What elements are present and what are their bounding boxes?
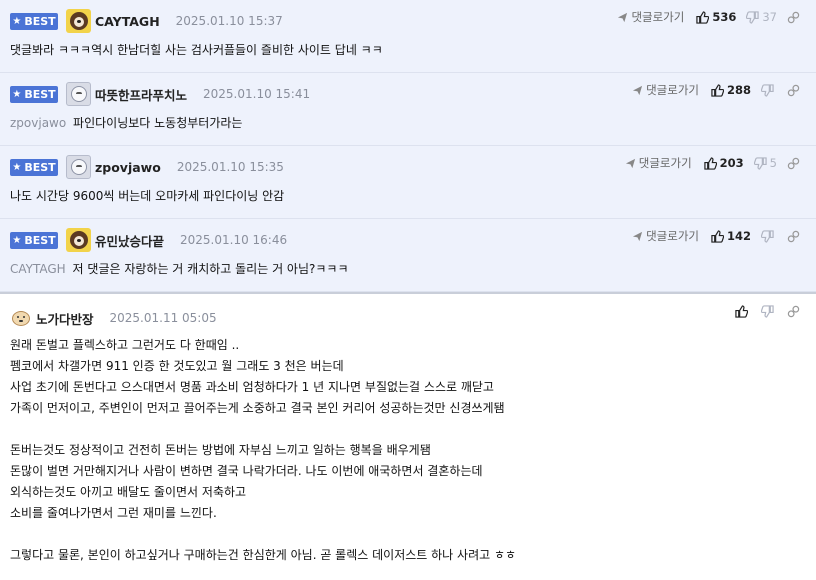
- thumbs-down-icon: [761, 304, 774, 318]
- comment-actions: 댓글로가기 142: [632, 228, 800, 244]
- star-icon: ★: [12, 161, 22, 173]
- link-icon: [787, 230, 800, 242]
- comment-header: ★ BEST CAYTAGH 2025.01.10 15:37: [10, 9, 283, 33]
- comment-date: 2025.01.10 16:46: [180, 233, 288, 247]
- comment-actions: [735, 303, 800, 319]
- comment-actions: 댓글로가기 203 5: [625, 155, 800, 171]
- comment-date: 2025.01.10 15:35: [176, 160, 284, 174]
- best-comment: ★ BEST CAYTAGH 2025.01.10 15:37 댓글봐라 ㅋㅋㅋ역…: [0, 0, 816, 73]
- comment-line: 그렇다고 물론, 본인이 하고싶거나 구매하는건 한심한게 아님. 곧 롤렉스 …: [10, 548, 517, 562]
- upvote-button[interactable]: 142: [711, 229, 751, 243]
- reply-button[interactable]: 댓글로가기: [632, 82, 699, 98]
- copy-link-button[interactable]: [787, 305, 800, 318]
- thumbs-down-icon: [761, 229, 774, 243]
- comment-body: 저 댓글은 자랑하는 거 캐치하고 돌리는 거 아님?ㅋㅋㅋ: [72, 262, 349, 276]
- comment-line: 돈많이 벌면 거만해지거나 사람이 변하면 결국 나락가더라. 나도 이번에 애…: [10, 464, 483, 478]
- star-icon: ★: [12, 88, 22, 100]
- thumbs-down-icon: [746, 10, 760, 24]
- author-nickname[interactable]: zpovjawo: [95, 160, 161, 175]
- author-nickname[interactable]: CAYTAGH: [95, 14, 160, 29]
- thumbs-up-icon: [711, 229, 724, 243]
- comment-text: 원래 돈벌고 플렉스하고 그런거도 다 한때임 .. 펨코에서 차갤가면 911…: [10, 335, 516, 566]
- upvote-button[interactable]: 288: [711, 83, 751, 97]
- comment-header: ★ BEST zpovjawo 2025.01.10 15:35: [10, 155, 284, 179]
- link-icon: [787, 11, 800, 23]
- comment-line: 가족이 먼저이고, 주변인이 먼저고 끌어주는게 소중하고 결국 본인 커리어 …: [10, 401, 505, 415]
- thumbs-up-icon: [735, 304, 748, 318]
- reply-button[interactable]: 댓글로가기: [632, 228, 699, 244]
- comment-text: zpovjawo 파인다이닝보다 노동청부터가라는: [10, 114, 242, 131]
- copy-link-button[interactable]: [787, 157, 800, 170]
- comment-line: 소비를 줄여나가면서 그런 재미를 느낀다.: [10, 506, 217, 520]
- comment-actions: 댓글로가기 536 37: [617, 9, 800, 25]
- link-icon: [787, 157, 800, 169]
- author-nickname[interactable]: 따뜻한프라푸치노: [95, 85, 187, 104]
- best-comment: ★ BEST 따뜻한프라푸치노 2025.01.10 15:41 zpovjawo…: [0, 73, 816, 146]
- thumbs-down-icon: [753, 156, 767, 170]
- best-badge: ★ BEST: [10, 12, 58, 30]
- link-icon: [787, 305, 800, 317]
- comment-header: ★ BEST 유민났승다끝 2025.01.10 16:46: [10, 228, 287, 252]
- comment-line: [10, 419, 516, 440]
- best-badge: ★ BEST: [10, 158, 58, 176]
- thumbs-up-icon: [703, 156, 717, 170]
- upvote-button[interactable]: [735, 304, 751, 318]
- downvote-button[interactable]: [761, 304, 777, 318]
- comment-header: 노가다반장 2025.01.11 05:05: [10, 306, 217, 330]
- comment-line: 사업 초기에 돈번다고 으스대면서 명품 과소비 엄청하다가 1 년 지나면 부…: [10, 380, 494, 394]
- gray-avatar[interactable]: [66, 155, 91, 179]
- comment-line: 외식하는것도 아끼고 배달도 줄이면서 저축하고: [10, 485, 247, 499]
- comment-text: 댓글봐라 ㅋㅋㅋ역시 한남더힐 사는 검사커플들이 즐비한 사이트 답네 ㅋㅋ: [10, 41, 383, 58]
- downvote-button[interactable]: [761, 229, 777, 243]
- thumbs-up-icon: [711, 83, 724, 97]
- arrow-reply-icon: [625, 158, 635, 168]
- arrow-reply-icon: [632, 85, 643, 95]
- author-nickname[interactable]: 노가다반장: [36, 309, 94, 328]
- comment-text: CAYTAGH 저 댓글은 자랑하는 거 캐치하고 돌리는 거 아님?ㅋㅋㅋ: [10, 260, 349, 277]
- best-badge: ★ BEST: [10, 231, 58, 249]
- comment-body: 나도 시간당 9600씩 버는데 오마카세 파인다이닝 안감: [10, 189, 285, 203]
- comment-text: 나도 시간당 9600씩 버는데 오마카세 파인다이닝 안감: [10, 187, 284, 204]
- comment-line: [10, 524, 516, 545]
- comment-line: 원래 돈벌고 플렉스하고 그런거도 다 한때임 ..: [10, 338, 240, 352]
- comment-line: 펨코에서 차갤가면 911 인증 한 것도있고 월 그래도 3 천은 버는데: [10, 359, 344, 373]
- star-icon: ★: [12, 234, 22, 246]
- mention-user[interactable]: zpovjawo: [10, 116, 66, 130]
- downvote-button[interactable]: 37: [746, 10, 777, 24]
- thumbs-down-icon: [761, 83, 774, 97]
- copy-link-button[interactable]: [787, 230, 800, 243]
- reply-button[interactable]: 댓글로가기: [625, 155, 692, 171]
- copy-link-button[interactable]: [787, 11, 800, 24]
- comment-header: ★ BEST 따뜻한프라푸치노 2025.01.10 15:41: [10, 82, 310, 106]
- author-nickname[interactable]: 유민났승다끝: [95, 231, 164, 250]
- thumbs-up-icon: [696, 10, 710, 24]
- arrow-reply-icon: [632, 231, 643, 241]
- downvote-button[interactable]: [761, 83, 777, 97]
- downvote-button[interactable]: 5: [753, 156, 777, 170]
- comment-body: 댓글봐라 ㅋㅋㅋ역시 한남더힐 사는 검사커플들이 즐비한 사이트 답네 ㅋㅋ: [10, 43, 383, 57]
- upvote-button[interactable]: 203: [703, 156, 744, 170]
- comment-date: 2025.01.10 15:37: [175, 14, 283, 28]
- dog-avatar[interactable]: [66, 9, 91, 33]
- star-icon: ★: [12, 15, 22, 27]
- copy-link-button[interactable]: [787, 84, 800, 97]
- comment: 노가다반장 2025.01.11 05:05 원래 돈벌고 플렉스하고 그런거도…: [0, 292, 816, 580]
- upvote-button[interactable]: 536: [696, 10, 736, 24]
- comment-date: 2025.01.10 15:41: [203, 87, 311, 101]
- reply-button[interactable]: 댓글로가기: [617, 9, 684, 25]
- comment-actions: 댓글로가기 288: [632, 82, 800, 98]
- arrow-reply-icon: [618, 12, 628, 22]
- link-icon: [787, 84, 800, 96]
- mention-user[interactable]: CAYTAGH: [10, 262, 66, 276]
- best-comment: ★ BEST zpovjawo 2025.01.10 15:35 나도 시간당 9…: [0, 146, 816, 219]
- comment-date: 2025.01.11 05:05: [109, 311, 217, 325]
- puppy-avatar[interactable]: [10, 309, 32, 327]
- best-comment: ★ BEST 유민났승다끝 2025.01.10 16:46 CAYTAGH 저 …: [0, 219, 816, 292]
- dog-avatar[interactable]: [66, 228, 91, 252]
- best-badge: ★ BEST: [10, 85, 58, 103]
- comment-line: 돈버는것도 정상적이고 건전히 돈버는 방법에 자부심 느끼고 일하는 행복을 …: [10, 443, 431, 457]
- gray-avatar[interactable]: [66, 82, 91, 106]
- comment-body: 파인다이닝보다 노동청부터가라는: [73, 116, 243, 130]
